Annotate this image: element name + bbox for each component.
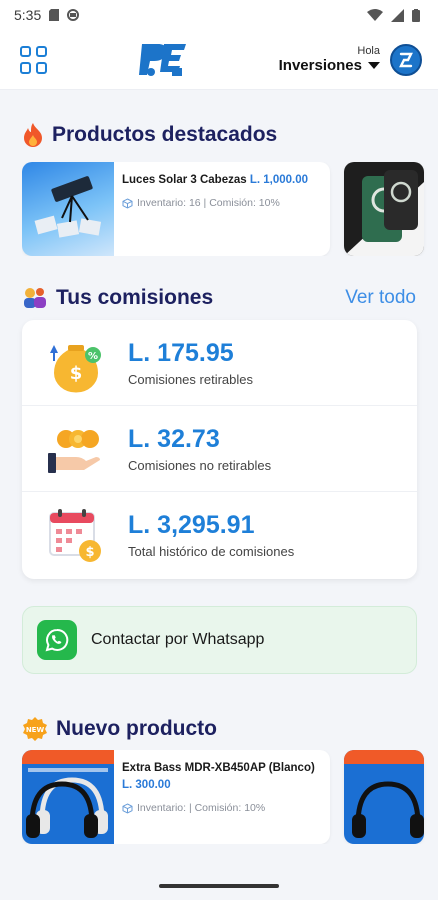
caret-down-icon: [368, 62, 380, 69]
product-meta: Inventario: | Comisión: 10%: [137, 802, 266, 814]
box-icon: [122, 802, 133, 814]
signal-icon: [391, 8, 404, 22]
product-image: [344, 162, 424, 256]
app-header: Hola Inversiones: [0, 30, 438, 90]
status-bar: 5:35: [0, 0, 438, 30]
svg-text:$: $: [85, 545, 94, 560]
section-title-featured: Productos destacados: [52, 123, 278, 146]
svg-text:%: %: [88, 351, 98, 362]
avatar[interactable]: [390, 43, 422, 76]
new-badge-icon: NEW: [23, 717, 47, 741]
commission-row[interactable]: L. 32.73 Comisiones no retirables: [22, 406, 417, 492]
whatsapp-icon: [37, 620, 77, 660]
featured-header: Productos destacados: [0, 122, 438, 148]
svg-text:$: $: [70, 363, 83, 384]
battery-icon: [412, 8, 420, 22]
box-icon: [122, 197, 133, 209]
product-image: [22, 750, 114, 844]
commission-amount: L. 3,295.91: [128, 511, 255, 539]
wifi-icon: [367, 9, 383, 21]
commission-label: Comisiones no retirables: [128, 457, 272, 473]
product-card[interactable]: Extra Bass MDR-XB450AP (Blanco) L. 300.0…: [22, 750, 330, 844]
commissions-header: Tus comisiones Ver todo: [0, 286, 438, 310]
commission-row[interactable]: $ L. 3,295.91 Total histórico de comisio…: [22, 492, 417, 578]
calendar-coin-icon: $: [49, 509, 101, 562]
featured-products-row[interactable]: Luces Solar 3 Cabezas L. 1,000.00 Invent…: [22, 162, 438, 256]
sync-icon: [67, 9, 80, 21]
whatsapp-contact-button[interactable]: Contactar por Whatsapp: [22, 606, 417, 674]
commission-label: Comisiones retirables: [128, 371, 253, 387]
svg-text:NEW: NEW: [26, 726, 45, 734]
new-product-header: NEW Nuevo producto: [0, 716, 438, 742]
commission-amount: L. 32.73: [128, 424, 220, 453]
account-name: Inversiones: [278, 57, 362, 74]
commission-label: Total histórico de comisiones: [128, 544, 295, 559]
commission-amount: L. 175.95: [128, 338, 234, 367]
brand-logo: [138, 40, 188, 80]
section-title-commissions: Tus comisiones: [56, 286, 214, 309]
product-image: [22, 162, 114, 256]
commissions-card: $ % L. 175.95 Comisiones retirables L. 3…: [22, 320, 417, 579]
see-all-link[interactable]: Ver todo: [345, 287, 416, 309]
product-card[interactable]: [344, 750, 424, 844]
people-icon: [24, 288, 46, 308]
fire-icon: [24, 123, 42, 147]
money-bag-icon: $ %: [50, 344, 101, 393]
product-price: L. 1,000.00: [249, 174, 309, 186]
section-title-new-product: Nuevo producto: [56, 717, 217, 740]
product-name: Extra Bass MDR-XB450AP (Blanco): [122, 762, 315, 774]
account-selector[interactable]: Hola Inversiones: [279, 45, 380, 74]
greeting: Hola: [357, 45, 380, 57]
coins-hand-icon: [48, 429, 100, 473]
product-meta: Inventario: 16 | Comisión: 10%: [137, 197, 280, 209]
product-card[interactable]: Luces Solar 3 Cabezas L. 1,000.00 Invent…: [22, 162, 330, 256]
product-name: Luces Solar 3 Cabezas: [122, 174, 247, 186]
home-indicator[interactable]: [159, 884, 279, 888]
menu-grid-icon[interactable]: [20, 45, 48, 74]
whatsapp-label: Contactar por Whatsapp: [91, 631, 265, 648]
status-time: 5:35: [14, 7, 42, 23]
product-card[interactable]: [344, 162, 424, 256]
commission-row[interactable]: $ % L. 175.95 Comisiones retirables: [22, 320, 417, 406]
sd-card-icon: [49, 9, 60, 21]
product-price: L. 300.00: [122, 779, 171, 791]
product-image: [344, 750, 424, 844]
new-products-row[interactable]: Extra Bass MDR-XB450AP (Blanco) L. 300.0…: [22, 750, 438, 844]
